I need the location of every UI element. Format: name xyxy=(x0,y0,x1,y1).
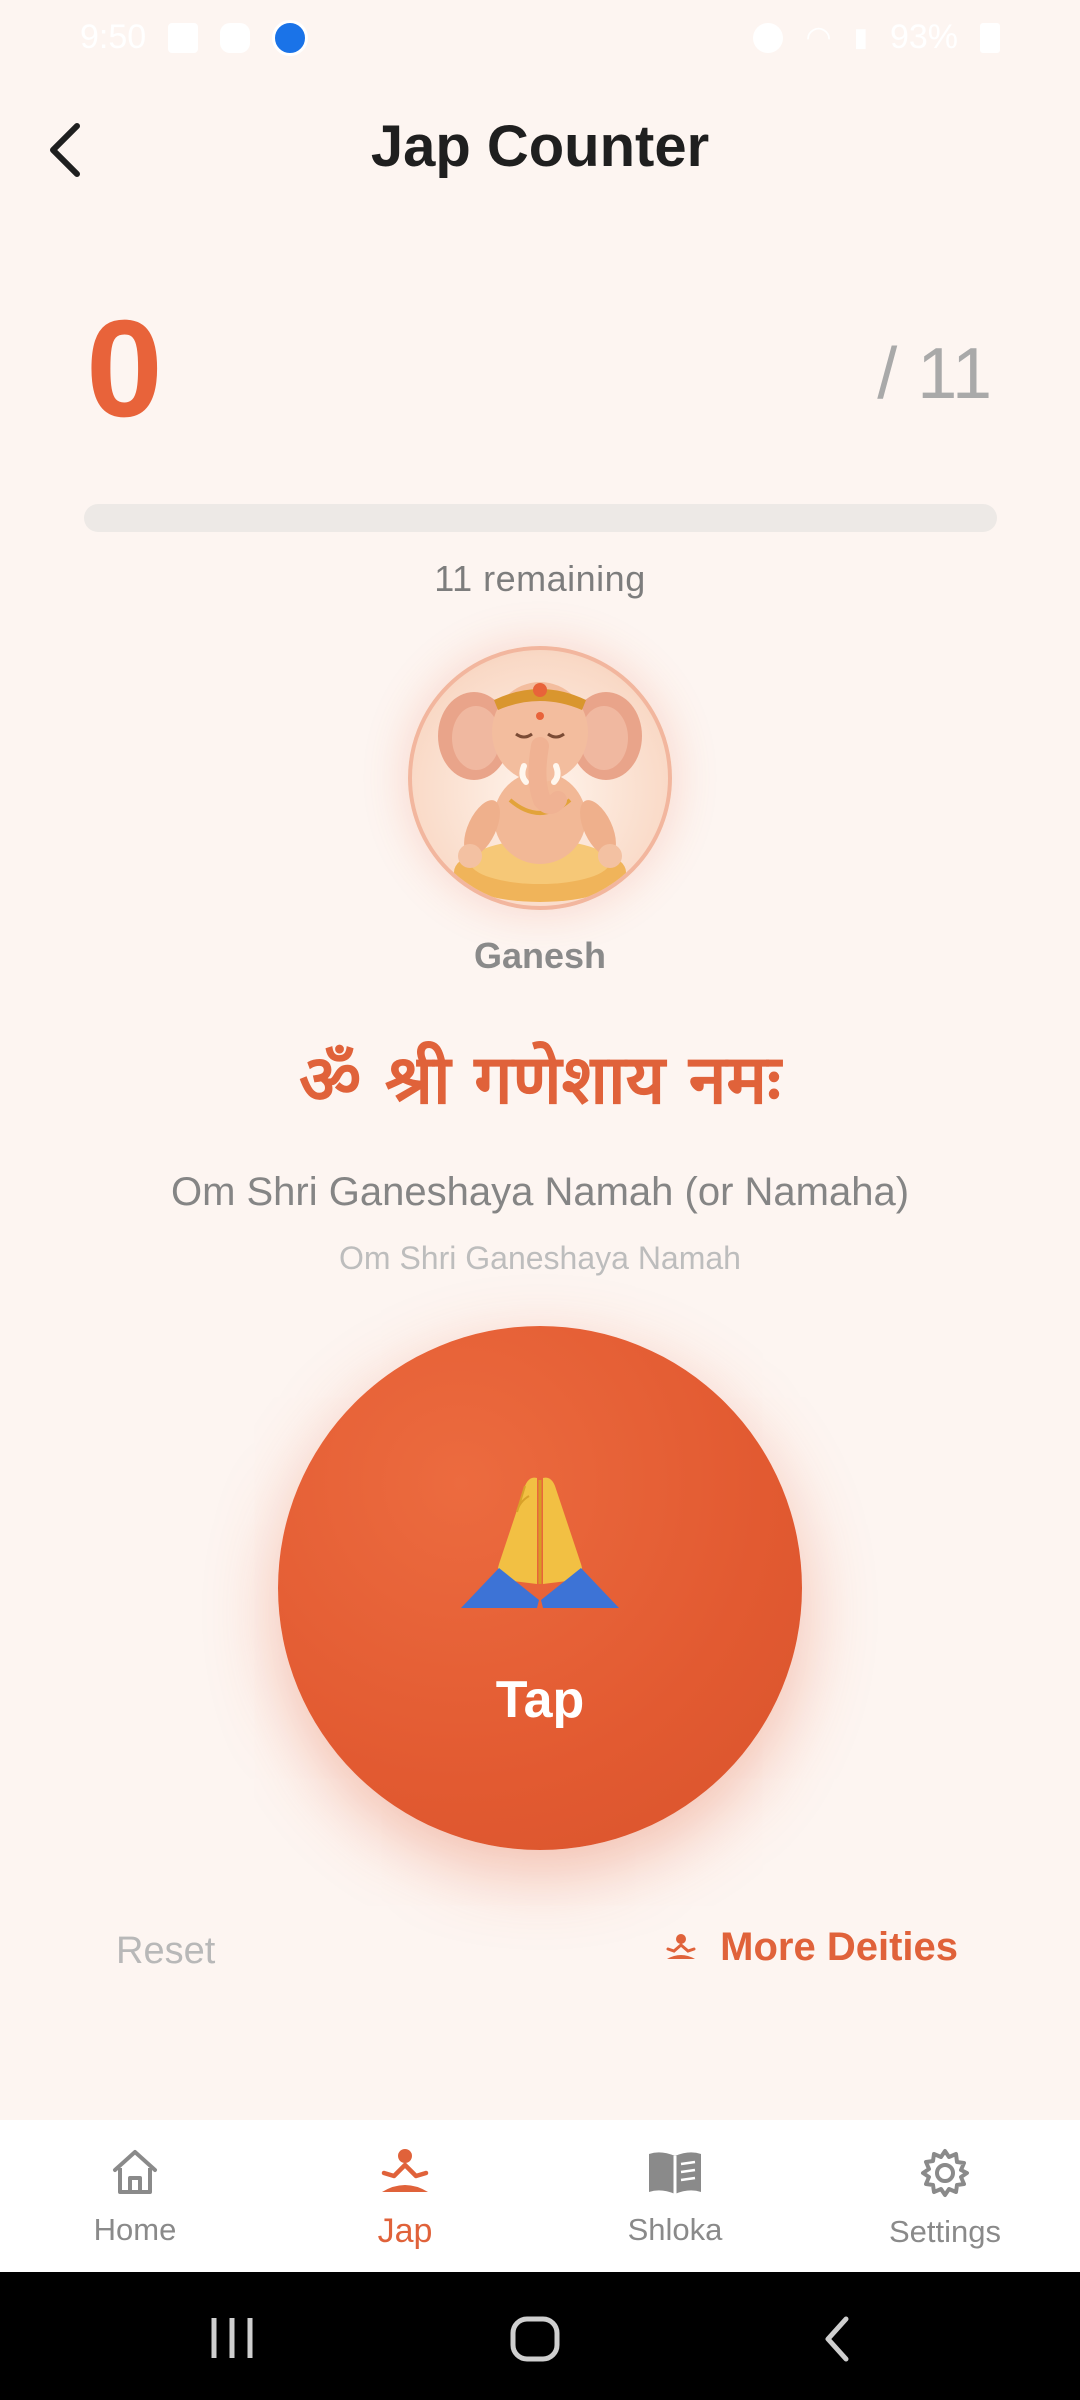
remaining-text: 11 remaining xyxy=(434,558,646,599)
bottom-navigation: Home Jap Shloka Settings xyxy=(0,2120,1080,2272)
ganesh-illustration xyxy=(438,682,642,902)
nav-settings[interactable]: Settings xyxy=(810,2120,1080,2272)
cloud-icon xyxy=(220,22,251,53)
nav-shloka-label: Shloka xyxy=(627,2212,723,2247)
home-nav-icon[interactable] xyxy=(510,2316,560,2362)
app-bar: Jap Counter xyxy=(0,75,1080,225)
gallery-icon xyxy=(168,22,199,53)
mantra-subtitle: Om Shri Ganeshaya Namah xyxy=(339,1240,741,1276)
globe-icon xyxy=(272,19,309,56)
battery-percent: 93% xyxy=(889,18,958,56)
mantra-transliteration: Om Shri Ganeshaya Namah (or Namaha) xyxy=(170,1170,910,1214)
alarm-icon xyxy=(753,22,784,53)
book-icon xyxy=(649,2152,701,2194)
nav-jap[interactable]: Jap xyxy=(270,2120,540,2272)
tap-label: Tap xyxy=(495,1671,585,1729)
deity-avatar xyxy=(408,646,672,910)
nav-home-label: Home xyxy=(93,2212,177,2247)
page-title: Jap Counter xyxy=(370,114,710,179)
status-time: 9:50 xyxy=(80,18,147,56)
meditation-icon xyxy=(666,1933,696,1959)
status-bar: 9:50 ◠ ▮ 93% xyxy=(0,0,1080,75)
signal-icon: ▮ xyxy=(853,22,868,52)
nav-settings-label: Settings xyxy=(888,2214,1001,2249)
progress-bar xyxy=(84,504,997,532)
back-nav-icon[interactable] xyxy=(822,2316,852,2362)
more-deities-label: More Deities xyxy=(720,1925,958,1969)
tap-button[interactable]: Tap xyxy=(278,1326,802,1850)
recents-icon[interactable] xyxy=(208,2316,256,2360)
gear-icon xyxy=(921,2149,969,2197)
more-deities-button[interactable]: More Deities xyxy=(664,1925,958,1970)
wifi-icon: ◠ xyxy=(805,21,832,54)
nav-jap-label: Jap xyxy=(377,2212,433,2250)
reset-button[interactable]: Reset xyxy=(116,1930,215,1973)
nav-shloka[interactable]: Shloka xyxy=(540,2120,810,2272)
battery-icon xyxy=(980,22,1000,53)
jap-count: 0 xyxy=(86,292,163,446)
mantra-devanagari: ॐ श्री गणेशाय नमः xyxy=(299,1041,781,1120)
deity-name: Ganesh xyxy=(473,935,607,976)
praying-hands-icon xyxy=(461,1477,619,1608)
meditation-icon xyxy=(381,2149,429,2192)
system-navigation-bar xyxy=(0,2272,1080,2400)
nav-home[interactable]: Home xyxy=(0,2120,270,2272)
jap-target: / 11 xyxy=(877,334,992,414)
home-icon xyxy=(113,2150,157,2194)
